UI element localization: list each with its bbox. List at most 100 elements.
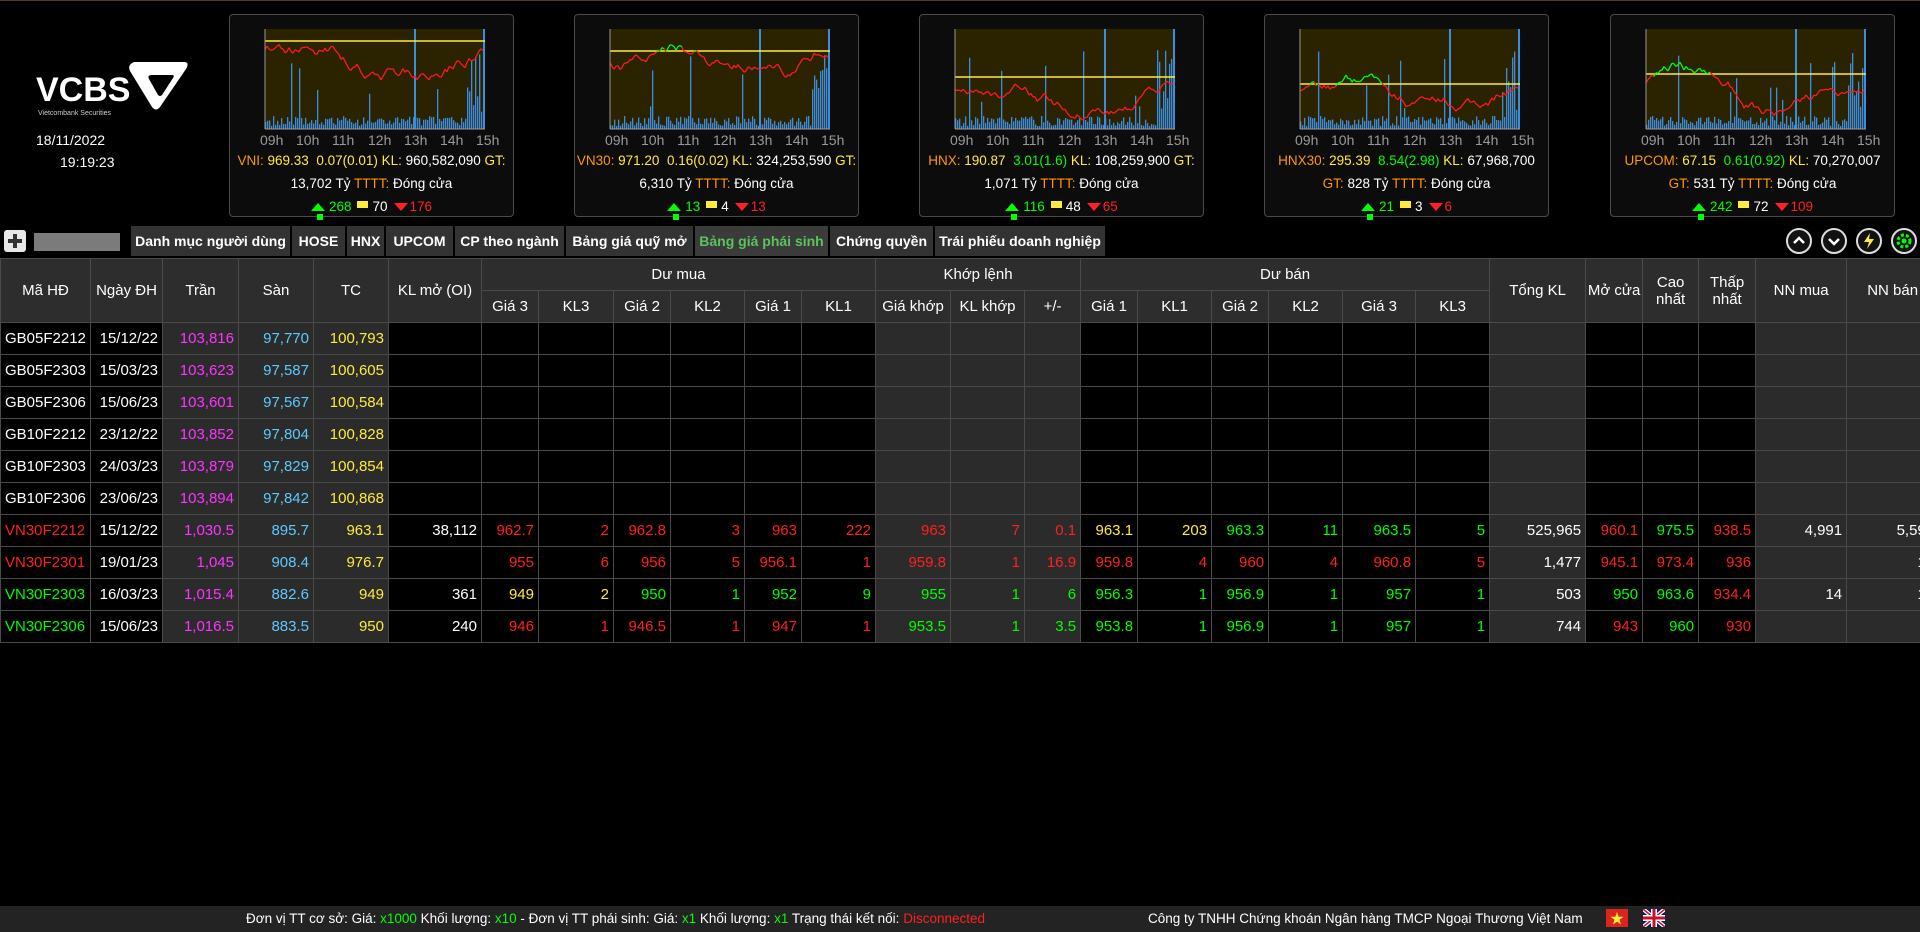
col-header-change[interactable]: +/- bbox=[1024, 290, 1082, 323]
table-row[interactable]: VN30F2303 16/03/23 1,015.4 882.6 949 361 949 2 9… bbox=[0, 578, 1920, 611]
contract-code[interactable]: GB05F2303 bbox=[0, 354, 91, 387]
quote-cell bbox=[950, 450, 1026, 483]
col-header-tc[interactable]: TC bbox=[313, 258, 389, 323]
table-row[interactable]: GB05F2306 15/06/23 103,601 97,567 100,584 bbox=[0, 386, 1920, 419]
advance-count: 242 bbox=[1709, 199, 1733, 214]
col-header-bid-vol3[interactable]: KL3 bbox=[538, 290, 614, 323]
table-row[interactable]: GB05F2212 15/12/22 103,816 97,770 100,793 bbox=[0, 322, 1920, 355]
reference-price: 100,605 bbox=[313, 354, 389, 387]
contract-code[interactable]: GB10F2212 bbox=[0, 418, 91, 451]
high-price bbox=[1642, 354, 1700, 387]
contract-code[interactable]: GB10F2303 bbox=[0, 450, 91, 483]
quote-cell bbox=[800, 450, 877, 483]
col-header-bid-price3[interactable]: Giá 3 bbox=[481, 290, 539, 323]
index-panel-hnx30[interactable]: 09h 10h 11h 12h 13h 14h 15h HNX30: 295.39 8.54… bbox=[1264, 14, 1549, 220]
tab-1[interactable]: HOSE bbox=[292, 226, 346, 256]
index-panel-vni[interactable]: 09h 10h 11h 12h 13h 14h 15h VNI: 969.33 0.07(0… bbox=[229, 14, 514, 220]
quote-cell: 947 bbox=[744, 610, 802, 643]
col-header-thap-nhat[interactable]: Thấp nhất bbox=[1698, 258, 1757, 323]
tab-6[interactable]: Bảng giá phái sinh bbox=[695, 226, 829, 256]
units-label: Khối lượng: bbox=[420, 911, 492, 926]
open-interest: 240 bbox=[388, 610, 482, 643]
settings-gear-icon[interactable] bbox=[1891, 228, 1917, 254]
col-header-ask-price1[interactable]: Giá 1 bbox=[1080, 290, 1139, 323]
foreign-sell bbox=[1846, 482, 1920, 515]
col-header-ask-price3[interactable]: Giá 3 bbox=[1342, 290, 1417, 323]
search-input[interactable] bbox=[34, 233, 120, 251]
low-price: 930 bbox=[1698, 610, 1757, 643]
tab-2[interactable]: HNX bbox=[347, 226, 385, 256]
index-value: 190.87 bbox=[964, 153, 1006, 168]
index-panel-hnx[interactable]: 09h 10h 11h 12h 13h 14h 15h HNX: 190.87 3.01(1… bbox=[919, 14, 1204, 220]
maturity-date: 15/03/23 bbox=[90, 354, 163, 387]
table-row[interactable]: GB10F2212 23/12/22 103,852 97,804 100,828 bbox=[0, 418, 1920, 451]
contract-code[interactable]: VN30F2303 bbox=[0, 578, 91, 611]
table-row[interactable]: VN30F2301 19/01/23 1,045 908.4 976.7 955 6 956 5… bbox=[0, 546, 1920, 579]
contract-code[interactable]: VN30F2212 bbox=[0, 514, 91, 547]
quote-cell bbox=[1080, 482, 1139, 515]
table-row[interactable]: GB10F2303 24/03/23 103,879 97,829 100,854 bbox=[0, 450, 1920, 483]
table-row[interactable]: VN30F2212 15/12/22 1,030.5 895.7 963.1 38,112… bbox=[0, 514, 1920, 547]
col-header-cao-nhat[interactable]: Cao nhất bbox=[1642, 258, 1700, 323]
tab-7[interactable]: Chứng quyền bbox=[830, 226, 934, 256]
quote-cell bbox=[875, 418, 952, 451]
col-header-bid-vol2[interactable]: KL2 bbox=[670, 290, 745, 323]
col-header-oi[interactable]: KL mở (OI) bbox=[388, 258, 482, 323]
chart-hour-label: 12h bbox=[368, 132, 391, 148]
quote-cell bbox=[744, 322, 802, 355]
col-header-tran[interactable]: Trần bbox=[162, 258, 239, 323]
col-header-ask-vol1[interactable]: KL1 bbox=[1137, 290, 1213, 323]
quote-cell bbox=[613, 386, 671, 419]
col-header-ask-vol2[interactable]: KL2 bbox=[1268, 290, 1344, 323]
quote-cell: 946.5 bbox=[613, 610, 671, 643]
tab-3[interactable]: UPCOM bbox=[386, 226, 454, 256]
tab-5[interactable]: Bảng giá quỹ mở bbox=[566, 226, 694, 256]
col-header-nn-ban[interactable]: NN bán bbox=[1846, 258, 1920, 323]
col-header-ask-vol3[interactable]: KL3 bbox=[1415, 290, 1491, 323]
quote-cell bbox=[1211, 386, 1270, 419]
connection-label: Trạng thái kết nối: bbox=[791, 911, 900, 926]
svg-text:Vietcombank Securities: Vietcombank Securities bbox=[38, 110, 112, 117]
index-panel-vn30[interactable]: 09h 10h 11h 12h 13h 14h 15h VN30: 971.20 0.16(… bbox=[574, 14, 859, 220]
col-header-bid-vol1[interactable]: KL1 bbox=[800, 290, 877, 323]
col-header-nn-mua[interactable]: NN mua bbox=[1755, 258, 1848, 323]
contract-code[interactable]: GB05F2306 bbox=[0, 386, 91, 419]
quote-cell: 1 bbox=[950, 578, 1026, 611]
open-price: 960.1 bbox=[1585, 514, 1644, 547]
table-row[interactable]: GB05F2303 15/03/23 103,623 97,587 100,605 bbox=[0, 354, 1920, 387]
col-header-tong-kl[interactable]: Tổng KL bbox=[1489, 258, 1587, 323]
table-row[interactable]: VN30F2306 15/06/23 1,016.5 883.5 950 240 946 1 9… bbox=[0, 610, 1920, 643]
contract-code[interactable]: VN30F2306 bbox=[0, 610, 91, 643]
vcbs-logo[interactable]: VCBS Vietcombank Securities bbox=[34, 57, 194, 119]
floor-price: 882.6 bbox=[238, 578, 314, 611]
col-header-bid-price2[interactable]: Giá 2 bbox=[613, 290, 671, 323]
tab-0[interactable]: Danh mục người dùng bbox=[131, 226, 291, 256]
col-header-bid-price1[interactable]: Giá 1 bbox=[744, 290, 802, 323]
scroll-up-icon[interactable] bbox=[1786, 228, 1812, 254]
col-header-match-price[interactable]: Giá khớp bbox=[875, 290, 952, 323]
foreign-buy bbox=[1755, 418, 1848, 451]
vietnam-flag-icon[interactable] bbox=[1606, 909, 1628, 927]
contract-code[interactable]: VN30F2301 bbox=[0, 546, 91, 579]
col-header-match-vol[interactable]: KL khớp bbox=[950, 290, 1026, 323]
col-header-ask-price2[interactable]: Giá 2 bbox=[1211, 290, 1270, 323]
quote-cell bbox=[744, 386, 802, 419]
tab-8[interactable]: Trái phiếu doanh nghiệp bbox=[935, 226, 1106, 256]
lightning-icon[interactable] bbox=[1856, 228, 1882, 254]
tab-4[interactable]: CP theo ngành bbox=[455, 226, 565, 256]
table-row[interactable]: GB10F2306 23/06/23 103,894 97,842 100,868 bbox=[0, 482, 1920, 515]
col-header-san[interactable]: Sàn bbox=[238, 258, 314, 323]
total-volume: 1,477 bbox=[1489, 546, 1587, 579]
quote-cell: 11 bbox=[1268, 514, 1344, 547]
col-header-ngay-dh[interactable]: Ngày ĐH bbox=[90, 258, 163, 323]
scroll-down-icon[interactable] bbox=[1821, 228, 1847, 254]
add-icon[interactable] bbox=[4, 230, 26, 252]
contract-code[interactable]: GB10F2306 bbox=[0, 482, 91, 515]
contract-code[interactable]: GB05F2212 bbox=[0, 322, 91, 355]
index-panel-upcom[interactable]: 09h 10h 11h 12h 13h 14h 15h UPCOM: 67.15 0.61(… bbox=[1610, 14, 1895, 220]
quote-cell bbox=[1211, 418, 1270, 451]
col-header-mo-cua[interactable]: Mở cửa bbox=[1585, 258, 1644, 323]
quote-cell bbox=[613, 450, 671, 483]
uk-flag-icon[interactable] bbox=[1641, 907, 1667, 929]
col-header-ma-hd[interactable]: Mã HĐ bbox=[0, 258, 91, 323]
